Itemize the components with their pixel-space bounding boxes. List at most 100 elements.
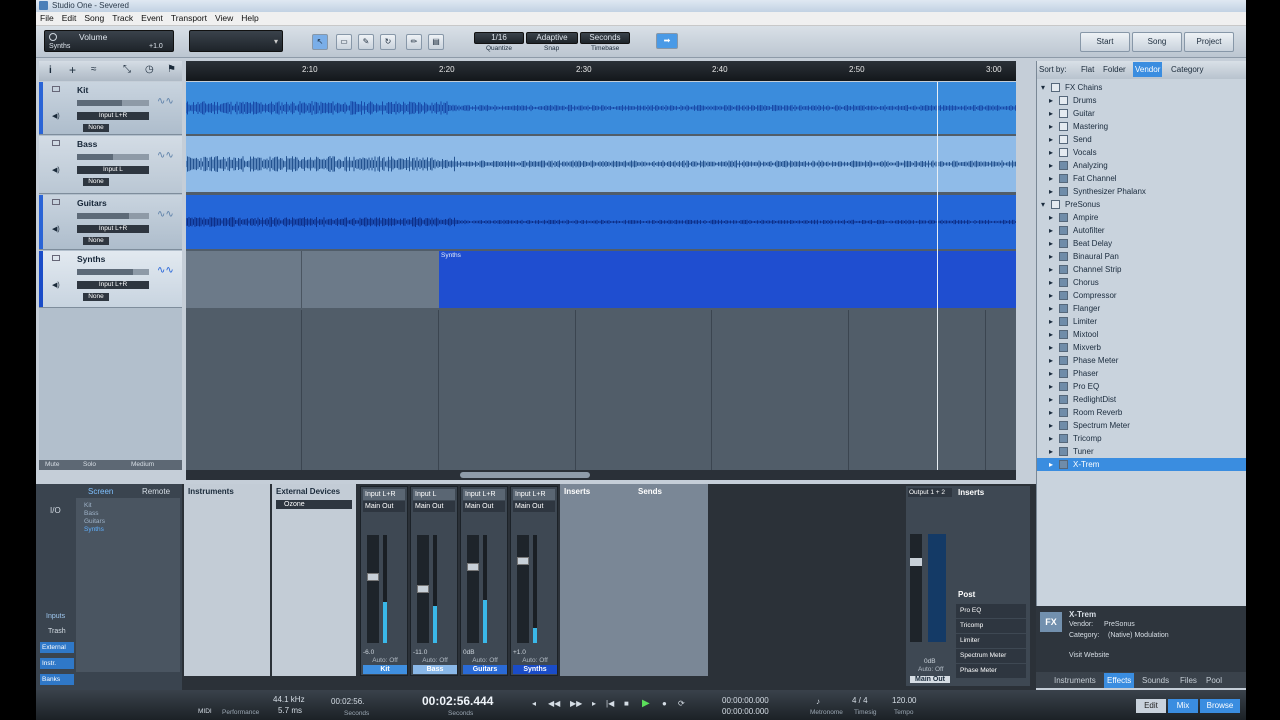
insert-slot[interactable]: Phase Meter bbox=[956, 664, 1026, 678]
fader-cap[interactable] bbox=[517, 557, 529, 565]
output-select[interactable]: None bbox=[83, 124, 109, 132]
track-guitars[interactable]: ◀) Guitars Input L+R None ∿∿ bbox=[39, 195, 182, 250]
collapse-icon[interactable]: ▸ bbox=[1049, 276, 1053, 289]
playhead-cursor[interactable] bbox=[937, 82, 938, 470]
browser-item[interactable]: ▸ Guitar bbox=[1037, 107, 1246, 120]
split-tool-button[interactable]: ✎ bbox=[358, 34, 374, 50]
loop-icon[interactable]: ⟳ bbox=[678, 699, 685, 708]
insert-slot[interactable]: Tricomp bbox=[956, 619, 1026, 633]
tab-files[interactable]: Files bbox=[1180, 676, 1197, 685]
menu-song[interactable]: Song bbox=[80, 12, 108, 24]
browser-item[interactable]: ▸ Spectrum Meter bbox=[1037, 419, 1246, 432]
collapse-icon[interactable]: ▸ bbox=[1049, 445, 1053, 458]
menu-event[interactable]: Event bbox=[137, 12, 167, 24]
browser-item[interactable]: ▸ Tricomp bbox=[1037, 432, 1246, 445]
browser-item[interactable]: ▸ Ampire bbox=[1037, 211, 1246, 224]
synths-lane[interactable]: Synths bbox=[186, 251, 1016, 308]
speaker-icon[interactable]: ◀) bbox=[52, 166, 60, 174]
external-button[interactable]: External bbox=[40, 642, 74, 653]
collapse-icon[interactable]: ▸ bbox=[1049, 120, 1053, 133]
solo-all-button[interactable]: Solo bbox=[83, 460, 96, 470]
collapse-icon[interactable]: ▸ bbox=[1049, 146, 1053, 159]
track-kit[interactable]: ◀) Kit Input L+R None ∿∿ bbox=[39, 82, 182, 135]
speaker-icon[interactable]: ◀) bbox=[52, 225, 60, 233]
collapse-icon[interactable]: ▸ bbox=[1049, 302, 1053, 315]
browser-item[interactable]: ▸ X-Trem bbox=[1037, 458, 1246, 471]
listen-tool-button[interactable]: ▤ bbox=[428, 34, 444, 50]
menu-transport[interactable]: Transport bbox=[167, 12, 211, 24]
song-button[interactable]: Song bbox=[1132, 32, 1182, 52]
sort-tab-vendor[interactable]: Vendor bbox=[1133, 62, 1163, 77]
browser-item[interactable]: ▾ FX Chains bbox=[1037, 81, 1246, 94]
browser-item[interactable]: ▸ Compressor bbox=[1037, 289, 1246, 302]
browser-item[interactable]: ▸ Fat Channel bbox=[1037, 172, 1246, 185]
master-fader[interactable] bbox=[910, 534, 922, 642]
console-track-item[interactable]: Guitars bbox=[84, 518, 180, 526]
browser-item[interactable]: ▸ Drums bbox=[1037, 94, 1246, 107]
collapse-icon[interactable]: ▸ bbox=[1049, 133, 1053, 146]
mix-button[interactable]: Mix bbox=[1168, 699, 1198, 713]
sort-tab-category[interactable]: Category bbox=[1171, 65, 1203, 74]
channel-output[interactable]: Main Out bbox=[413, 501, 455, 512]
forward-icon[interactable]: ▸ bbox=[592, 699, 596, 708]
trash-button[interactable]: Trash bbox=[48, 628, 66, 635]
browser-item[interactable]: ▸ RedlightDist bbox=[1037, 393, 1246, 406]
automation-mode[interactable]: Auto: Off bbox=[513, 657, 557, 664]
collapse-icon[interactable]: ▸ bbox=[1049, 354, 1053, 367]
browser-item[interactable]: ▸ Limiter bbox=[1037, 315, 1246, 328]
menu-view[interactable]: View bbox=[211, 12, 237, 24]
io-label[interactable]: I/O bbox=[50, 506, 61, 515]
paint-tool-button[interactable]: ✏ bbox=[406, 34, 422, 50]
tab-effects[interactable]: Effects bbox=[1104, 673, 1135, 688]
collapse-icon[interactable]: ▸ bbox=[1049, 172, 1053, 185]
sort-tab-folder[interactable]: Folder bbox=[1103, 65, 1126, 74]
tab-sounds[interactable]: Sounds bbox=[1142, 676, 1169, 685]
output-select[interactable]: None bbox=[83, 237, 109, 245]
channel-fader[interactable] bbox=[367, 535, 379, 643]
expand-icon[interactable]: ▾ bbox=[1041, 81, 1045, 94]
collapse-icon[interactable]: ▸ bbox=[1049, 367, 1053, 380]
fader-cap[interactable] bbox=[417, 585, 429, 593]
menu-file[interactable]: File bbox=[36, 12, 58, 24]
collapse-icon[interactable]: ▸ bbox=[1049, 289, 1053, 302]
collapse-icon[interactable]: ▸ bbox=[1049, 406, 1053, 419]
mute-icon[interactable] bbox=[52, 140, 60, 146]
volume-slider[interactable] bbox=[77, 154, 149, 160]
fast-rewind-icon[interactable]: ◀◀ bbox=[548, 699, 560, 708]
input-select[interactable]: Input L+R bbox=[77, 112, 149, 120]
info-icon[interactable]: i bbox=[49, 65, 52, 76]
arrange-view[interactable]: Synths bbox=[186, 82, 1016, 470]
project-button[interactable]: Project bbox=[1184, 32, 1234, 52]
rewind-icon[interactable]: ◂ bbox=[532, 699, 536, 708]
collapse-icon[interactable]: ▸ bbox=[1049, 237, 1053, 250]
collapse-icon[interactable]: ▸ bbox=[1049, 380, 1053, 393]
browser-item[interactable]: ▸ Analyzing bbox=[1037, 159, 1246, 172]
synths-instrument-event[interactable]: Synths bbox=[439, 251, 1016, 308]
quantize-select[interactable]: 1/16 bbox=[474, 32, 524, 44]
track-size-select[interactable]: Medium bbox=[131, 460, 154, 470]
browser-item[interactable]: ▸ Channel Strip bbox=[1037, 263, 1246, 276]
browser-item[interactable]: ▸ Mixverb bbox=[1037, 341, 1246, 354]
collapse-icon[interactable]: ▸ bbox=[1049, 159, 1053, 172]
tab-instruments[interactable]: Instruments bbox=[1054, 676, 1096, 685]
remote-tab[interactable]: Remote bbox=[142, 487, 170, 496]
collapse-icon[interactable]: ▸ bbox=[1049, 341, 1053, 354]
channel-input[interactable]: Input L+R bbox=[463, 489, 505, 500]
instr-button[interactable]: Instr. bbox=[40, 658, 74, 669]
parameter-dropdown[interactable]: ▾ bbox=[189, 30, 283, 52]
collapse-icon[interactable]: ▸ bbox=[1049, 458, 1053, 471]
collapse-icon[interactable]: ▸ bbox=[1049, 107, 1053, 120]
timebase-select[interactable]: Seconds bbox=[580, 32, 630, 44]
inputs-button[interactable]: Inputs bbox=[46, 613, 65, 620]
browser-item[interactable]: ▸ Autofilter bbox=[1037, 224, 1246, 237]
insert-slot[interactable]: Limiter bbox=[956, 634, 1026, 648]
volume-slider[interactable] bbox=[77, 269, 149, 275]
console-track-item[interactable]: Synths bbox=[84, 526, 180, 534]
menu-track[interactable]: Track bbox=[108, 12, 137, 24]
console-track-item[interactable]: Kit bbox=[84, 502, 180, 510]
browser-item[interactable]: ▾ PreSonus bbox=[1037, 198, 1246, 211]
collapse-icon[interactable]: ▸ bbox=[1049, 315, 1053, 328]
output-select[interactable]: None bbox=[83, 293, 109, 301]
collapse-icon[interactable]: ▸ bbox=[1049, 211, 1053, 224]
channel-input[interactable]: Input L bbox=[413, 489, 455, 500]
